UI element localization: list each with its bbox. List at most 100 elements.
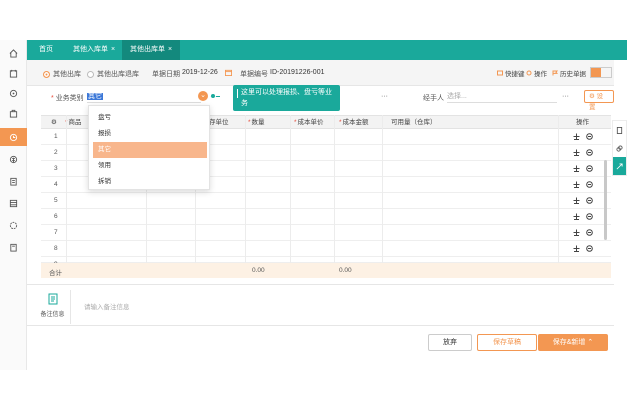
col-divider bbox=[245, 115, 246, 263]
radio-other-out[interactable]: 其他出库 bbox=[43, 69, 81, 79]
summary-label: 合计 bbox=[49, 270, 62, 277]
add-row-icon[interactable] bbox=[573, 165, 580, 172]
col-cost-amount: *成本金额 bbox=[339, 116, 369, 130]
column-label: 成本金额 bbox=[342, 119, 369, 126]
dropdown-option[interactable]: 盘亏 bbox=[93, 110, 207, 126]
delete-row-icon[interactable] bbox=[586, 165, 593, 172]
radio-other-return[interactable]: 其他出库退库 bbox=[87, 69, 139, 79]
remark-input[interactable]: 请输入备注信息 bbox=[84, 301, 130, 311]
expand-icon[interactable] bbox=[613, 157, 626, 175]
add-row-icon[interactable] bbox=[573, 213, 580, 220]
dropdown-option[interactable]: 领用 bbox=[93, 158, 207, 174]
col-available: 可用量（仓库） bbox=[391, 119, 437, 126]
purchase-icon[interactable] bbox=[0, 64, 27, 82]
close-icon[interactable]: × bbox=[111, 46, 115, 53]
date-label: 单据日期 bbox=[152, 71, 180, 78]
tab-home[interactable]: 首页 bbox=[31, 40, 61, 60]
column-label: 成本单价 bbox=[297, 119, 324, 126]
home-icon[interactable] bbox=[0, 44, 27, 62]
save-and-new-button[interactable]: 保存&新增 ⌃ bbox=[538, 334, 608, 351]
row-number: 8 bbox=[54, 245, 58, 252]
doc-no-label: 单据编号 bbox=[240, 71, 268, 78]
radio-dot bbox=[43, 70, 50, 78]
calendar-icon[interactable] bbox=[225, 69, 232, 76]
dropdown-option[interactable]: 拆销 bbox=[93, 174, 207, 190]
add-row-icon[interactable] bbox=[573, 149, 580, 156]
delete-row-icon[interactable] bbox=[586, 197, 593, 204]
link-icon[interactable] bbox=[613, 139, 626, 157]
tab-label: 其他出库单 bbox=[130, 46, 165, 53]
warehouse-icon[interactable] bbox=[0, 128, 27, 146]
table-row[interactable]: 8 bbox=[41, 241, 611, 257]
col-divider bbox=[558, 115, 559, 263]
handler-input[interactable]: 选择... bbox=[447, 90, 557, 103]
placeholder-text: 选择... bbox=[447, 93, 467, 100]
delete-row-icon[interactable] bbox=[586, 133, 593, 140]
bag-icon[interactable] bbox=[0, 104, 27, 122]
row-number: 5 bbox=[54, 197, 58, 204]
tab-bar: 首页 其他入库单 × 其他出库单 × bbox=[27, 40, 627, 60]
delete-row-icon[interactable] bbox=[586, 229, 593, 236]
table-scrollbar[interactable] bbox=[604, 160, 607, 240]
gear-icon bbox=[526, 70, 532, 76]
operations-button[interactable]: 操作 bbox=[526, 68, 547, 78]
history-button[interactable]: 历史单据 bbox=[552, 68, 586, 78]
add-row-icon[interactable] bbox=[573, 181, 580, 188]
required-mark: * bbox=[294, 119, 297, 126]
doc-icon[interactable] bbox=[0, 238, 27, 256]
view-toggle[interactable] bbox=[590, 67, 612, 78]
required-mark: * bbox=[51, 95, 54, 102]
tab-other-inbound[interactable]: 其他入库单 × bbox=[65, 40, 123, 60]
view-toggle-list[interactable] bbox=[601, 68, 611, 77]
col-goods: *商品 bbox=[65, 116, 82, 130]
tooltip-anchor-dot bbox=[210, 93, 216, 99]
more-dots[interactable]: ··· bbox=[381, 93, 388, 100]
form-header: 其他出库 其他出库退库 单据日期 2019-12-26 单据编号 ID-2019… bbox=[27, 60, 614, 86]
add-row-icon[interactable] bbox=[573, 133, 580, 140]
table-row[interactable]: 7 bbox=[41, 225, 611, 241]
remark-label: 备注信息 bbox=[40, 312, 65, 318]
delete-row-icon[interactable] bbox=[586, 181, 593, 188]
biz-type-label: * 业务类别 bbox=[51, 93, 84, 103]
col-divider bbox=[382, 115, 383, 263]
settings-button[interactable]: ⚙ 设置 bbox=[584, 90, 614, 111]
discard-button[interactable]: 放弃 bbox=[428, 334, 472, 351]
radio-label: 其他出库 bbox=[53, 71, 81, 78]
delete-row-icon[interactable] bbox=[586, 149, 593, 156]
dropdown-option[interactable]: 报损 bbox=[93, 126, 207, 142]
save-draft-button[interactable]: 保存草稿 bbox=[477, 334, 537, 351]
summary-row: 合计 0.00 0.00 bbox=[41, 263, 611, 278]
handler-more-dots[interactable]: ··· bbox=[562, 93, 569, 100]
hint-tooltip: 这里可以处理报损、盘亏等业务 bbox=[233, 85, 340, 111]
table-row[interactable]: 6 bbox=[41, 209, 611, 225]
settings-icon[interactable] bbox=[0, 216, 27, 234]
data-icon[interactable] bbox=[0, 194, 27, 212]
selected-value: 其它 bbox=[87, 93, 103, 100]
summary-amount: 0.00 bbox=[339, 267, 352, 274]
add-row-icon[interactable] bbox=[573, 245, 580, 252]
gear-icon: ⚙ bbox=[589, 93, 595, 100]
dropdown-option[interactable]: 其它 bbox=[93, 142, 207, 158]
date-field[interactable]: 2019-12-26 bbox=[182, 69, 218, 76]
column-label: 数量 bbox=[251, 119, 265, 126]
column-settings-icon[interactable]: ⚙ bbox=[51, 116, 57, 130]
view-toggle-grid[interactable] bbox=[591, 68, 601, 77]
delete-row-icon[interactable] bbox=[586, 245, 593, 252]
tab-label: 其他入库单 bbox=[73, 46, 108, 53]
table-row[interactable]: 5 bbox=[41, 193, 611, 209]
doc-no-value: ID-20191226-001 bbox=[270, 69, 325, 76]
flag-icon bbox=[552, 70, 558, 76]
add-row-icon[interactable] bbox=[573, 197, 580, 204]
tab-other-outbound[interactable]: 其他出库单 × bbox=[122, 40, 181, 60]
finance-icon[interactable] bbox=[0, 150, 27, 168]
biz-type-select[interactable]: 其它 bbox=[87, 90, 201, 103]
shortcut-button[interactable]: 快捷键 bbox=[497, 68, 525, 78]
close-icon[interactable]: × bbox=[168, 46, 172, 53]
report-icon[interactable] bbox=[0, 172, 27, 190]
add-row-icon[interactable] bbox=[573, 229, 580, 236]
button-label: 快捷键 bbox=[505, 71, 525, 78]
doc-icon[interactable] bbox=[613, 121, 626, 139]
delete-row-icon[interactable] bbox=[586, 213, 593, 220]
sales-icon[interactable] bbox=[0, 84, 27, 102]
biz-type-toggle-button[interactable]: ⌄ bbox=[198, 91, 208, 101]
